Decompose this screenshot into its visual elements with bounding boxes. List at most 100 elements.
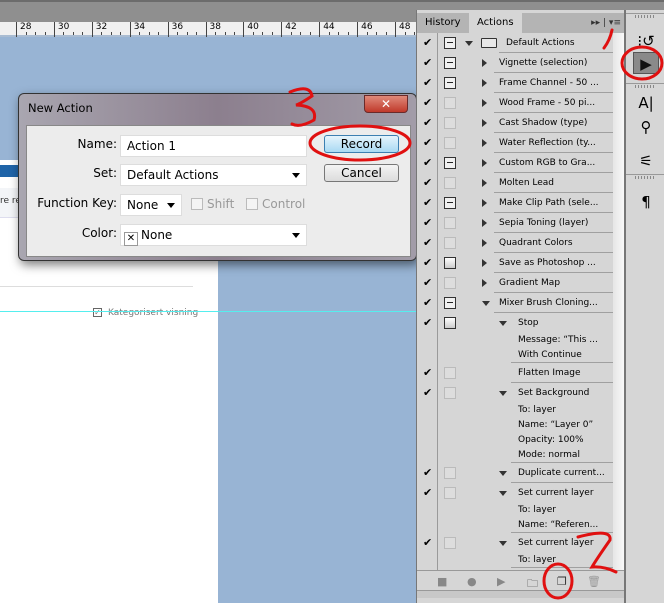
toggle-check-icon[interactable]: ✔ [423,176,432,189]
action-row[interactable]: ✔ Cast Shadow (type) [417,113,613,133]
shift-checkbox[interactable]: Shift [191,197,234,211]
toggle-check-icon[interactable]: ✔ [423,256,432,269]
toggle-check-icon[interactable]: ✔ [423,76,432,89]
command-row[interactable]: ✔ Set current layer [417,533,613,553]
tab-history[interactable]: History [417,13,469,33]
color-select[interactable]: ✕ None [120,224,307,246]
action-row[interactable]: ✔ Sepia Toning (layer) [417,213,613,233]
toggle-check-icon[interactable]: ✔ [423,276,432,289]
expand-right-icon[interactable] [482,279,487,287]
character-icon[interactable]: A| [633,92,659,114]
dialog-toggle-icon[interactable] [444,57,456,69]
action-row[interactable]: ✔ Water Reflection (ty... [417,133,613,153]
action-row[interactable]: ✔ Make Clip Path (sele... [417,193,613,213]
play-icon[interactable]: ▶ [497,575,505,588]
dock-grip[interactable] [626,13,664,19]
action-row[interactable]: ✔ Mixer Brush Cloning... [417,293,613,313]
expand-right-icon[interactable] [482,99,487,107]
set-select[interactable]: Default Actions [120,164,307,186]
action-row[interactable]: ✔ Gradient Map [417,273,613,293]
expand-down-icon[interactable] [499,391,507,396]
cancel-button[interactable]: Cancel [324,164,399,182]
command-row[interactable]: ✔ Duplicate current... [417,463,613,483]
toggle-check-icon[interactable]: ✔ [423,216,432,229]
expand-right-icon[interactable] [482,199,487,207]
tab-actions[interactable]: Actions [469,13,522,33]
dialog-toggle-icon[interactable] [444,37,456,49]
new-action-icon[interactable]: ❐ [557,575,567,588]
command-row[interactable]: ✔ Set Background [417,383,613,403]
panel-menu-button[interactable]: ▸▸ | ▾≡ [591,13,621,33]
brush-icon[interactable]: ⚟ [633,150,659,172]
toggle-check-icon[interactable]: ✔ [423,116,432,129]
dialog-toggle-icon[interactable] [444,537,456,549]
toggle-check-icon[interactable]: ✔ [423,536,432,549]
actions-play-icon[interactable]: ▶ [633,52,659,74]
expand-right-icon[interactable] [482,59,487,67]
function-key-select[interactable]: None [120,194,182,216]
action-row[interactable]: ✔ Frame Channel - 50 ... [417,73,613,93]
expand-down-icon[interactable] [465,41,473,46]
toggle-check-icon[interactable]: ✔ [423,56,432,69]
expand-down-icon[interactable] [499,541,507,546]
panel-resize-grip[interactable] [417,590,625,598]
expand-down-icon[interactable] [499,321,507,326]
action-set-row[interactable]: ✔ Default Actions [417,33,613,53]
dialog-toggle-icon[interactable] [444,237,456,249]
action-row[interactable]: ✔ Molten Lead [417,173,613,193]
dialog-toggle-icon[interactable] [444,197,456,209]
dialog-toggle-icon[interactable] [444,297,456,309]
expand-down-icon[interactable] [482,301,490,306]
expand-down-icon[interactable] [499,471,507,476]
dialog-toggle-icon[interactable] [444,487,456,499]
toggle-check-icon[interactable]: ✔ [423,96,432,109]
expand-right-icon[interactable] [482,259,487,267]
expand-right-icon[interactable] [482,139,487,147]
toggle-check-icon[interactable]: ✔ [423,466,432,479]
dialog-toggle-icon[interactable] [444,117,456,129]
paragraph-icon[interactable]: ¶ [633,191,659,213]
expand-right-icon[interactable] [482,79,487,87]
toggle-check-icon[interactable]: ✔ [423,486,432,499]
document-checkbox[interactable]: ✓ Kategorisert visning [93,308,198,318]
name-input[interactable]: Action 1 [120,135,307,157]
record-icon[interactable]: ● [467,575,477,588]
expand-right-icon[interactable] [482,179,487,187]
delete-trash-icon[interactable]: 🗑 [587,575,601,588]
record-button[interactable]: Record [324,135,399,153]
dialog-toggle-icon[interactable] [444,387,456,399]
command-row[interactable]: ✔ Flatten Image [417,363,613,383]
stop-icon[interactable]: ■ [437,575,447,588]
toggle-check-icon[interactable]: ✔ [423,196,432,209]
expand-right-icon[interactable] [482,159,487,167]
action-row[interactable]: ✔ Wood Frame - 50 pi... [417,93,613,113]
control-checkbox[interactable]: Control [246,197,305,211]
dialog-toggle-icon[interactable] [444,177,456,189]
dialog-toggle-icon[interactable] [444,217,456,229]
close-button[interactable]: ✕ [364,95,408,113]
dialog-toggle-icon[interactable] [444,97,456,109]
dialog-toggle-icon[interactable] [444,467,456,479]
dialog-toggle-icon[interactable] [444,157,456,169]
dialog-toggle-icon[interactable] [444,277,456,289]
action-row[interactable]: ✔ Quadrant Colors [417,233,613,253]
command-row[interactable]: ✔ Stop [417,313,613,333]
command-row[interactable]: ✔ Set current layer [417,483,613,503]
action-row[interactable]: ✔ Vignette (selection) [417,53,613,73]
toggle-check-icon[interactable]: ✔ [423,236,432,249]
expand-right-icon[interactable] [482,239,487,247]
expand-right-icon[interactable] [482,119,487,127]
toggle-check-icon[interactable]: ✔ [423,386,432,399]
action-row[interactable]: ✔ Custom RGB to Gra... [417,153,613,173]
dialog-toggle-icon[interactable] [444,77,456,89]
history-icon[interactable]: ⁝↺ [633,30,659,52]
toggle-check-icon[interactable]: ✔ [423,296,432,309]
dock-grip[interactable] [626,83,664,89]
action-row[interactable]: ✔ Save as Photoshop ... [417,253,613,273]
dock-grip[interactable] [626,174,664,180]
toggle-check-icon[interactable]: ✔ [423,316,432,329]
toggle-check-icon[interactable]: ✔ [423,156,432,169]
dialog-toggle-icon[interactable] [444,317,456,329]
expand-down-icon[interactable] [499,491,507,496]
toggle-check-icon[interactable]: ✔ [423,36,432,49]
